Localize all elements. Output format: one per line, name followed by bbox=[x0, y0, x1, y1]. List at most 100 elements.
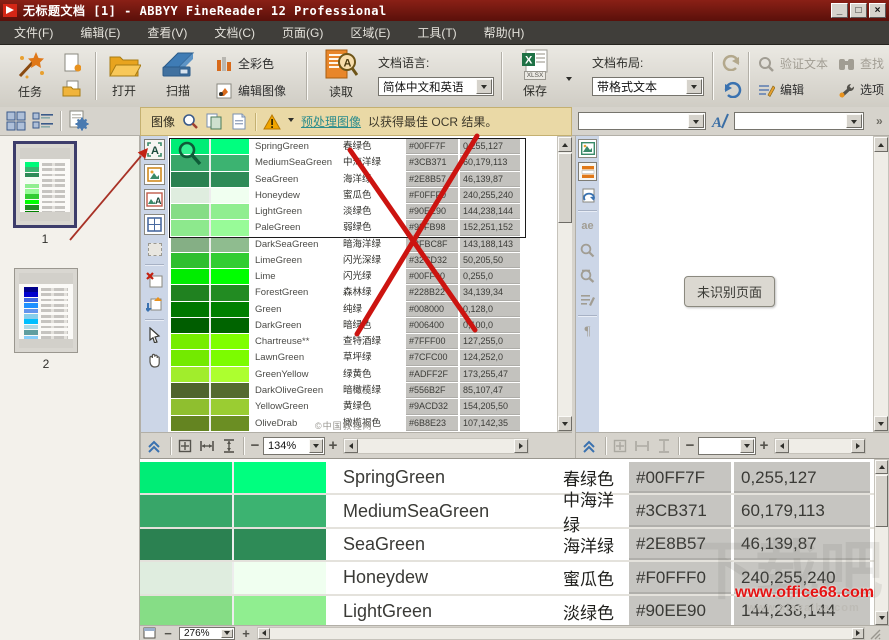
zoom-out-button[interactable]: − bbox=[682, 437, 698, 454]
scroll-left-button[interactable] bbox=[258, 628, 270, 639]
fit-width-button[interactable] bbox=[631, 436, 653, 456]
detail-view-icon[interactable] bbox=[32, 111, 54, 131]
font-family-select[interactable] bbox=[578, 112, 706, 130]
find-error-tool[interactable] bbox=[577, 240, 598, 261]
maximize-button[interactable]: □ bbox=[850, 3, 867, 18]
resync-page-tool[interactable] bbox=[577, 185, 598, 206]
menu-item-6[interactable]: 区域(E) bbox=[350, 24, 390, 41]
scroll-down-button[interactable] bbox=[875, 611, 888, 625]
zoom-horizontal-scrollbar[interactable] bbox=[257, 627, 865, 640]
zoom-in-button[interactable]: + bbox=[325, 437, 341, 454]
edit-image-button[interactable]: 编辑图像 bbox=[216, 82, 286, 99]
font-size-select[interactable] bbox=[734, 112, 864, 130]
reorder-zones-tool[interactable] bbox=[144, 294, 165, 315]
scan-button[interactable]: 扫描 bbox=[155, 50, 201, 99]
scrollbar-thumb[interactable] bbox=[558, 153, 572, 223]
fit-height-button[interactable] bbox=[218, 436, 240, 456]
marquee-zone-tool[interactable] bbox=[144, 239, 165, 260]
image-zone-tool[interactable] bbox=[144, 164, 165, 185]
chevron-down-icon[interactable] bbox=[688, 114, 704, 128]
fit-height-button[interactable] bbox=[653, 436, 675, 456]
fit-page-button[interactable] bbox=[609, 436, 631, 456]
open-button[interactable]: 打开 bbox=[102, 50, 146, 99]
fit-page-button[interactable] bbox=[174, 436, 196, 456]
text-horizontal-scrollbar[interactable] bbox=[774, 438, 866, 454]
scroll-right-button[interactable] bbox=[852, 628, 864, 639]
spellcheck-tool[interactable]: ae bbox=[577, 215, 598, 236]
chevron-down-icon[interactable] bbox=[221, 629, 233, 638]
read-button[interactable]: A 读取 bbox=[316, 49, 366, 100]
text-zone-tool[interactable]: A bbox=[144, 139, 165, 160]
page-thumbnail-1[interactable] bbox=[13, 141, 77, 228]
table-zone-tool[interactable] bbox=[144, 214, 165, 235]
delete-zone-tool[interactable] bbox=[144, 269, 165, 290]
zoom-pane-zoom-select[interactable]: 276% bbox=[179, 627, 235, 640]
zoom-out-button[interactable]: − bbox=[247, 437, 263, 454]
open-page-button[interactable] bbox=[60, 77, 84, 101]
menu-item-5[interactable]: 页面(G) bbox=[282, 24, 323, 41]
zoom-page-icon[interactable] bbox=[182, 113, 199, 130]
scroll-left-button[interactable] bbox=[344, 439, 358, 453]
save-dropdown-arrow[interactable] bbox=[566, 77, 572, 84]
undo-button[interactable] bbox=[720, 77, 744, 101]
chevron-down-icon[interactable] bbox=[740, 439, 754, 453]
menu-item-8[interactable]: 帮助(H) bbox=[484, 24, 525, 41]
image-view-tool[interactable] bbox=[578, 139, 597, 158]
text-view-tool[interactable] bbox=[578, 162, 597, 181]
edit-text-tool[interactable] bbox=[577, 290, 598, 311]
redo-button[interactable] bbox=[720, 50, 744, 74]
fullcolor-button[interactable]: 全彩色 bbox=[216, 55, 274, 72]
edit-button[interactable]: 编辑 bbox=[758, 81, 804, 98]
scroll-down-button[interactable] bbox=[558, 416, 572, 431]
close-button[interactable]: × bbox=[869, 3, 886, 18]
page-thumbnail-2[interactable] bbox=[14, 268, 78, 353]
new-page-button[interactable] bbox=[60, 51, 84, 75]
image-horizontal-scrollbar[interactable] bbox=[343, 438, 529, 454]
text-vertical-scrollbar[interactable] bbox=[873, 136, 889, 432]
preprocess-link[interactable]: 预处理图像 bbox=[301, 113, 361, 130]
scroll-up-button[interactable] bbox=[875, 460, 888, 474]
minimize-button[interactable]: _ bbox=[831, 3, 848, 18]
copy-page-icon[interactable] bbox=[206, 113, 223, 130]
zoom-out-button[interactable]: − bbox=[160, 626, 176, 640]
fit-width-button[interactable] bbox=[196, 436, 218, 456]
doc-language-select[interactable]: 简体中文和英语 bbox=[378, 77, 494, 96]
page-settings-icon[interactable] bbox=[67, 110, 89, 132]
save-button[interactable]: X XLSX 保存 bbox=[512, 49, 558, 99]
scroll-up-button[interactable] bbox=[558, 137, 572, 152]
font-tool-icon[interactable]: A bbox=[710, 112, 730, 130]
menu-item-3[interactable]: 查看(V) bbox=[147, 24, 187, 41]
warning-dropdown-arrow[interactable] bbox=[288, 118, 294, 125]
scroll-right-button[interactable] bbox=[514, 439, 528, 453]
scroll-left-button[interactable] bbox=[775, 439, 789, 453]
resize-grip-icon[interactable] bbox=[868, 627, 881, 640]
doc-layout-select[interactable]: 带格式文本 bbox=[592, 77, 704, 96]
image-vertical-scrollbar[interactable] bbox=[557, 136, 573, 432]
thumbnail-view-icon[interactable] bbox=[6, 111, 26, 131]
chevron-down-icon[interactable] bbox=[476, 79, 492, 94]
verify-tool[interactable] bbox=[577, 265, 598, 286]
options-button[interactable]: 选项 bbox=[838, 81, 884, 98]
scroll-down-button[interactable] bbox=[874, 416, 888, 431]
scroll-right-button[interactable] bbox=[851, 439, 865, 453]
text-zoom-select[interactable] bbox=[698, 437, 756, 455]
menu-item-2[interactable]: 编辑(E) bbox=[80, 24, 120, 41]
collapse-chevron-icon[interactable] bbox=[145, 438, 163, 454]
menu-item-7[interactable]: 工具(T) bbox=[417, 24, 456, 41]
zoom-in-button[interactable]: + bbox=[756, 437, 772, 454]
chevron-down-icon[interactable] bbox=[309, 439, 323, 453]
select-tool[interactable] bbox=[144, 324, 165, 345]
task-button[interactable]: 任务 bbox=[8, 49, 52, 100]
chevron-down-icon[interactable] bbox=[846, 114, 862, 128]
menu-item-4[interactable]: 文档(C) bbox=[214, 24, 255, 41]
find-button[interactable]: 查找 bbox=[838, 55, 884, 72]
chevron-down-icon[interactable] bbox=[686, 79, 702, 94]
hand-tool[interactable] bbox=[144, 349, 165, 370]
collapse-chevron-icon[interactable] bbox=[580, 438, 598, 454]
menu-item-1[interactable]: 文件(F) bbox=[14, 24, 53, 41]
print-page-icon[interactable] bbox=[230, 113, 248, 130]
image-zoom-select[interactable]: 134% bbox=[263, 437, 325, 455]
toolbar-overflow-chevron[interactable]: » bbox=[876, 114, 883, 128]
zoom-window-icon[interactable] bbox=[143, 627, 157, 639]
formatting-marks-tool[interactable]: ¶ bbox=[577, 320, 598, 341]
